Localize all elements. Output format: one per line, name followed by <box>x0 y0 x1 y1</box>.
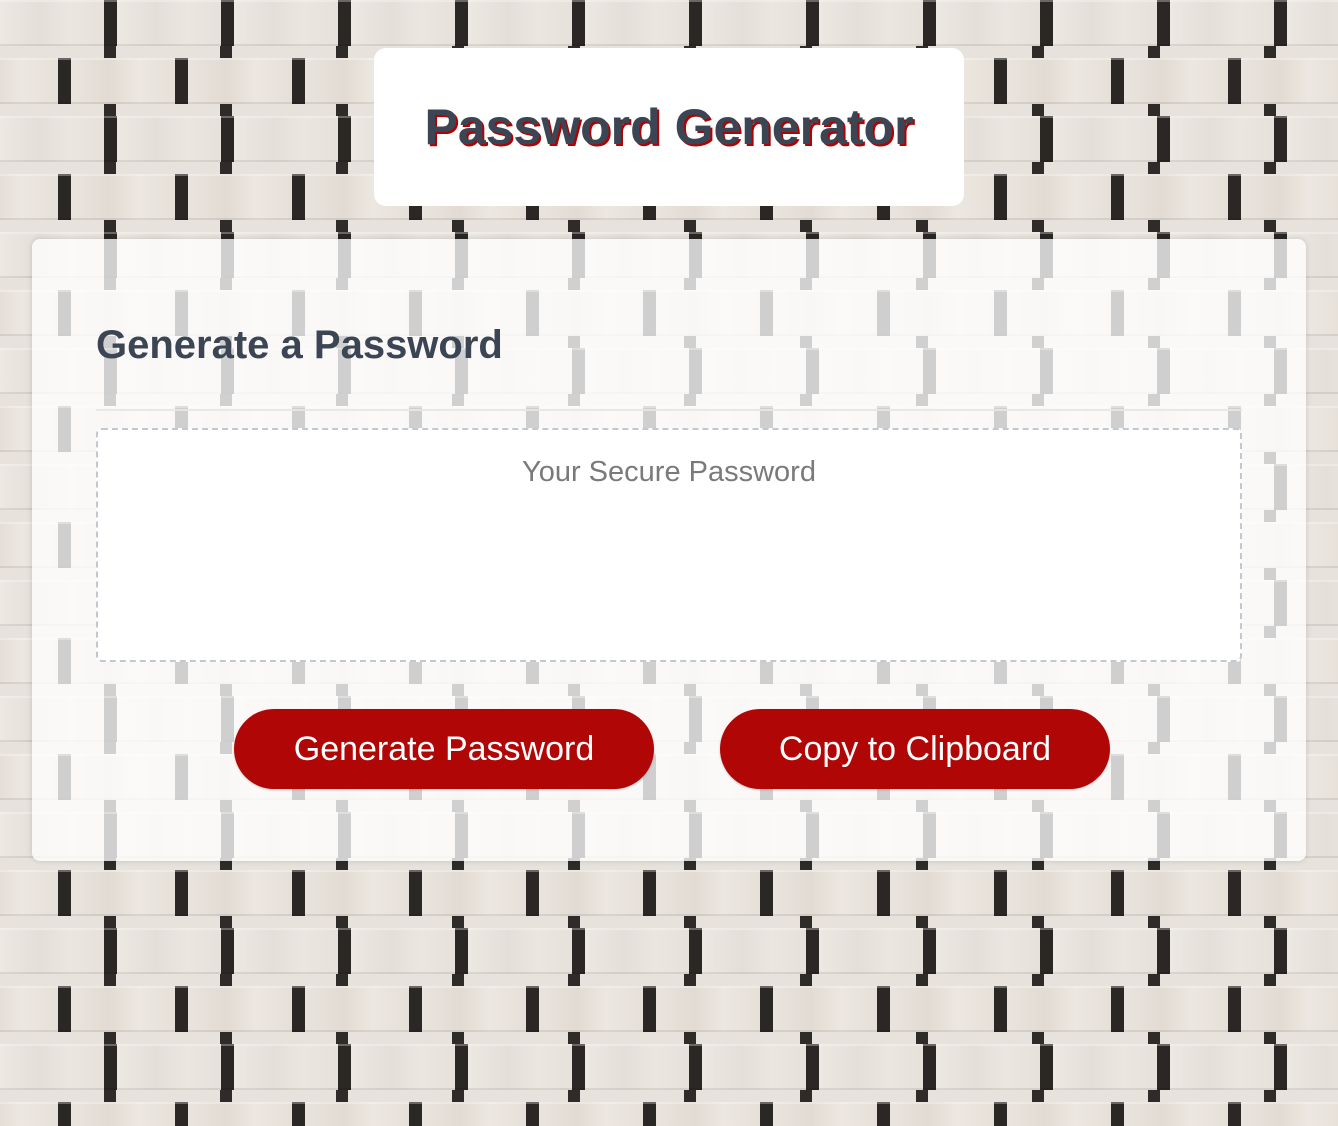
page-title: Password Generator <box>424 99 914 155</box>
password-output-field[interactable] <box>96 428 1242 662</box>
title-card: Password Generator <box>374 48 964 206</box>
card-heading: Generate a Password <box>96 323 503 367</box>
generator-card: Generate a Password Generate Password Co… <box>32 239 1306 861</box>
generate-password-button[interactable]: Generate Password <box>234 709 654 789</box>
copy-to-clipboard-button[interactable]: Copy to Clipboard <box>720 709 1110 789</box>
card-divider <box>96 409 1242 411</box>
